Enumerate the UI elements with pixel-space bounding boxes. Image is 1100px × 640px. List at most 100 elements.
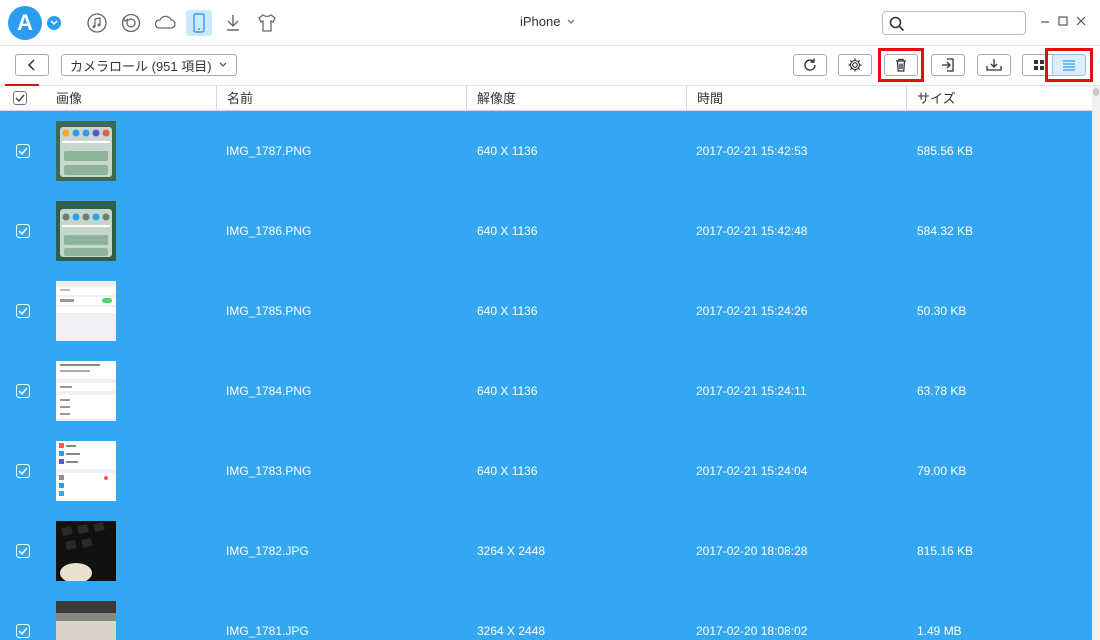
gear-icon bbox=[848, 58, 862, 72]
file-size: 79.00 KB bbox=[917, 464, 967, 478]
file-size: 585.56 KB bbox=[917, 144, 974, 158]
export-button[interactable] bbox=[977, 54, 1011, 76]
file-name: IMG_1785.PNG bbox=[226, 304, 312, 318]
file-name: IMG_1784.PNG bbox=[226, 384, 312, 398]
timestamp: 2017-02-20 18:08:02 bbox=[696, 624, 808, 638]
table-row[interactable]: IMG_1787.PNG 640 X 1136 2017-02-21 15:42… bbox=[0, 111, 1092, 191]
column-header-resolution[interactable]: 解像度 bbox=[466, 86, 686, 111]
column-header-name[interactable]: 名前 bbox=[216, 86, 466, 111]
app-logo[interactable]: A bbox=[8, 6, 42, 40]
import-icon bbox=[942, 58, 954, 72]
vertical-scrollbar[interactable] bbox=[1092, 86, 1100, 640]
checkmark-icon bbox=[18, 627, 28, 635]
photo-thumbnail bbox=[56, 441, 116, 501]
photo-thumbnail bbox=[56, 281, 116, 341]
timestamp: 2017-02-21 15:42:53 bbox=[696, 144, 808, 158]
table-row[interactable]: IMG_1785.PNG 640 X 1136 2017-02-21 15:24… bbox=[0, 271, 1092, 351]
file-size: 584.32 KB bbox=[917, 224, 974, 238]
table-row[interactable]: IMG_1786.PNG 640 X 1136 2017-02-21 15:42… bbox=[0, 191, 1092, 271]
photo-thumbnail bbox=[56, 601, 116, 640]
app-menu-chevron-icon[interactable] bbox=[47, 16, 61, 30]
row-checkbox[interactable] bbox=[16, 384, 30, 398]
row-checkbox[interactable] bbox=[16, 144, 30, 158]
checkmark-icon bbox=[18, 547, 28, 555]
checkmark-icon bbox=[18, 147, 28, 155]
maximize-icon[interactable] bbox=[1056, 14, 1070, 28]
chevron-left-icon bbox=[27, 59, 35, 71]
row-checkbox[interactable] bbox=[16, 304, 30, 318]
timestamp: 2017-02-21 15:42:48 bbox=[696, 224, 808, 238]
minimize-icon[interactable] bbox=[1038, 14, 1052, 28]
search-box bbox=[882, 11, 1026, 35]
file-size: 50.30 KB bbox=[917, 304, 967, 318]
timestamp: 2017-02-20 18:08:28 bbox=[696, 544, 808, 558]
resolution: 640 X 1136 bbox=[477, 304, 538, 318]
photo-thumbnail bbox=[56, 201, 116, 261]
photo-thumbnail bbox=[56, 121, 116, 181]
device-name: iPhone bbox=[520, 14, 561, 29]
file-size: 63.78 KB bbox=[917, 384, 967, 398]
restore-icon[interactable] bbox=[118, 10, 144, 36]
table-row[interactable]: IMG_1784.PNG 640 X 1136 2017-02-21 15:24… bbox=[0, 351, 1092, 431]
resolution: 640 X 1136 bbox=[477, 464, 538, 478]
title-bar: A iPhone bbox=[0, 0, 1100, 46]
album-label: カメラロール (951 項目) bbox=[70, 58, 212, 74]
checkmark-icon bbox=[15, 94, 25, 102]
resolution: 3264 X 2448 bbox=[477, 624, 546, 638]
row-checkbox[interactable] bbox=[16, 224, 30, 238]
settings-button[interactable] bbox=[838, 54, 872, 76]
album-dropdown[interactable]: カメラロール (951 項目) bbox=[61, 54, 237, 76]
list-view-button[interactable] bbox=[1052, 54, 1086, 76]
file-name: IMG_1781.JPG bbox=[226, 624, 309, 638]
timestamp: 2017-02-21 15:24:11 bbox=[696, 384, 807, 398]
app-logo-letter: A bbox=[17, 10, 33, 35]
refresh-button[interactable] bbox=[793, 54, 827, 76]
trash-icon bbox=[896, 58, 906, 72]
photo-thumbnail bbox=[56, 521, 116, 581]
timestamp: 2017-02-21 15:24:04 bbox=[696, 464, 808, 478]
row-checkbox[interactable] bbox=[16, 624, 30, 638]
chevron-down-icon bbox=[219, 62, 227, 67]
close-icon[interactable] bbox=[1074, 14, 1088, 28]
file-name: IMG_1782.JPG bbox=[226, 544, 309, 558]
checkmark-icon bbox=[18, 227, 28, 235]
select-all-checkbox[interactable] bbox=[13, 91, 27, 105]
file-name: IMG_1787.PNG bbox=[226, 144, 312, 158]
music-icon[interactable] bbox=[84, 10, 110, 36]
toolbar: カメラロール (951 項目) bbox=[0, 46, 1100, 86]
top-nav bbox=[84, 10, 280, 36]
checkmark-icon bbox=[18, 307, 28, 315]
photo-thumbnail bbox=[56, 361, 116, 421]
phone-icon[interactable] bbox=[186, 10, 212, 36]
file-name: IMG_1786.PNG bbox=[226, 224, 312, 238]
list-view-icon bbox=[1063, 60, 1075, 71]
grid-view-button[interactable] bbox=[1022, 54, 1056, 76]
checkmark-icon bbox=[18, 467, 28, 475]
device-selector[interactable]: iPhone bbox=[520, 14, 576, 29]
photo-table: IMG_1787.PNG 640 X 1136 2017-02-21 15:42… bbox=[0, 111, 1092, 640]
file-name: IMG_1783.PNG bbox=[226, 464, 312, 478]
chevron-down-icon bbox=[568, 19, 575, 24]
table-row[interactable]: IMG_1782.JPG 3264 X 2448 2017-02-20 18:0… bbox=[0, 511, 1092, 591]
timestamp: 2017-02-21 15:24:26 bbox=[696, 304, 808, 318]
refresh-icon bbox=[804, 58, 816, 71]
column-header-size[interactable]: サイズ bbox=[906, 86, 1092, 111]
scrollbar-thumb[interactable] bbox=[1093, 88, 1099, 96]
cloud-icon[interactable] bbox=[152, 10, 178, 36]
grid-view-icon bbox=[1034, 60, 1044, 70]
back-button[interactable] bbox=[15, 54, 49, 76]
file-size: 815.16 KB bbox=[917, 544, 974, 558]
column-header-image[interactable]: 画像 bbox=[46, 86, 216, 111]
table-row[interactable]: IMG_1783.PNG 640 X 1136 2017-02-21 15:24… bbox=[0, 431, 1092, 511]
table-header: 画像 名前 解像度 時間 サイズ bbox=[0, 86, 1092, 111]
search-input[interactable] bbox=[909, 15, 1021, 31]
table-row[interactable]: IMG_1781.JPG 3264 X 2448 2017-02-20 18:0… bbox=[0, 591, 1092, 640]
row-checkbox[interactable] bbox=[16, 544, 30, 558]
delete-button[interactable] bbox=[884, 54, 918, 76]
column-header-time[interactable]: 時間 bbox=[686, 86, 906, 111]
import-button[interactable] bbox=[931, 54, 965, 76]
file-size: 1.49 MB bbox=[917, 624, 962, 638]
tshirt-icon[interactable] bbox=[254, 10, 280, 36]
row-checkbox[interactable] bbox=[16, 464, 30, 478]
download-icon[interactable] bbox=[220, 10, 246, 36]
